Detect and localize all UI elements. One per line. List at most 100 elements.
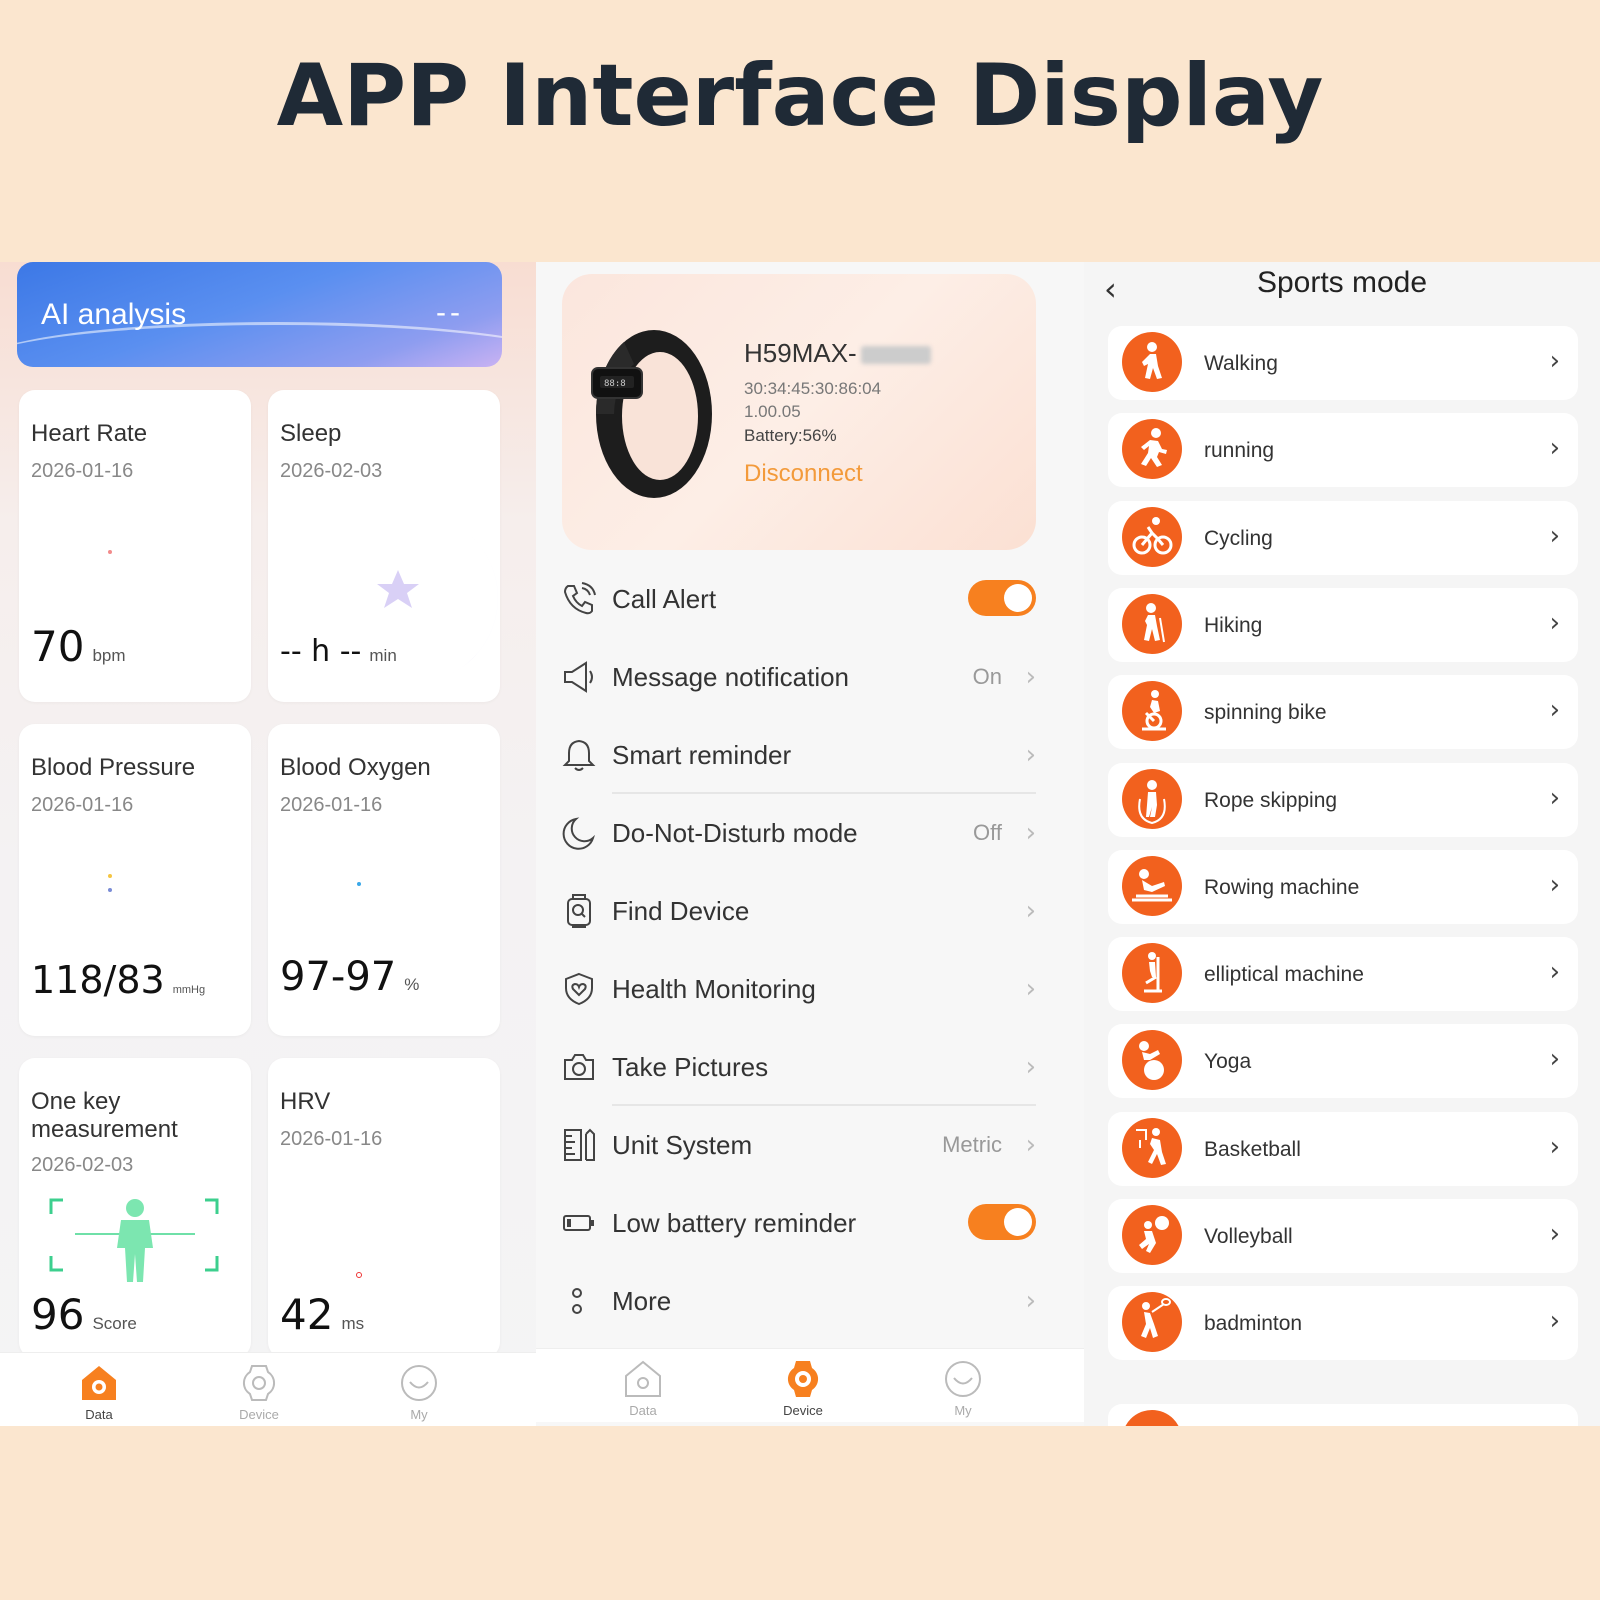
setting-find-device[interactable]: Find Device › [562, 880, 1036, 940]
sport-item-yoga[interactable]: Yoga › [1108, 1024, 1578, 1098]
blood-oxygen-card[interactable]: Blood Oxygen 2026-01-16 97-97% [268, 724, 500, 1036]
sport-label: Hiking [1204, 614, 1263, 637]
sport-item-elliptical-machine[interactable]: elliptical machine › [1108, 937, 1578, 1011]
body-scan-icon [49, 1198, 219, 1282]
home-icon [625, 1360, 661, 1397]
chevron-right-icon: › [1549, 433, 1560, 463]
blood-pressure-value: 118/83 [31, 958, 165, 1002]
sport-label: Basketball [1204, 1138, 1301, 1161]
blood-pressure-card[interactable]: Blood Pressure 2026-01-16 118/83 mmHg [19, 724, 251, 1036]
setting-health-monitoring[interactable]: Health Monitoring › [562, 958, 1036, 1018]
sport-label: running [1204, 439, 1275, 462]
sport-label: spinning bike [1204, 701, 1327, 724]
one-key-value: 96 [31, 1290, 85, 1339]
sport-item-running[interactable]: running › [1108, 413, 1578, 487]
sport-item-volleyball[interactable]: Volleyball › [1108, 1199, 1578, 1273]
sleep-card[interactable]: Sleep 2026-02-03 -- h -- min [268, 390, 500, 702]
sport-label: elliptical machine [1204, 963, 1364, 986]
sport-item-badminton[interactable]: badminton › [1108, 1286, 1578, 1360]
hrv-point [356, 1272, 362, 1278]
tab-label: My [410, 1407, 428, 1422]
setting-value: Off [973, 820, 1002, 845]
spinning-bike-icon [1122, 681, 1182, 741]
list-item-partial[interactable] [1108, 1404, 1578, 1426]
setting-label: Unit System [612, 1130, 753, 1160]
device-version: 1.00.05 [744, 402, 801, 421]
shield-heart-icon [565, 972, 593, 1006]
setting-value: Metric [942, 1132, 1002, 1157]
sport-item-spinning-bike[interactable]: spinning bike › [1108, 675, 1578, 749]
disconnect-button[interactable]: Disconnect [744, 460, 863, 488]
low-battery-toggle[interactable] [968, 1204, 1036, 1240]
tab-device[interactable]: Device [219, 1363, 299, 1422]
call-alert-toggle[interactable] [968, 580, 1036, 616]
chevron-right-icon: › [1025, 1130, 1036, 1160]
device-name: H59MAX- [744, 338, 931, 369]
tab-data[interactable]: Data [59, 1363, 139, 1422]
smile-icon [945, 1361, 981, 1397]
tab-device[interactable]: Device [763, 1359, 843, 1418]
sport-item-walking[interactable]: Walking › [1108, 326, 1578, 400]
metric-title: Blood Oxygen [280, 754, 431, 781]
heart-rate-value: 70 [31, 622, 85, 671]
elliptical-icon [1122, 943, 1182, 1003]
blood-oxygen-unit: % [404, 975, 420, 994]
setting-call-alert[interactable]: Call Alert [562, 568, 1036, 628]
badminton-icon [1122, 1292, 1182, 1352]
divider [612, 1104, 1036, 1106]
sport-item-hiking[interactable]: Hiking › [1108, 588, 1578, 662]
setting-label: Health Monitoring [612, 974, 816, 1004]
tab-label: Device [239, 1407, 279, 1422]
setting-low-battery-reminder[interactable]: Low battery reminder [562, 1192, 1036, 1252]
metric-date: 2026-01-16 [280, 794, 383, 816]
tab-label: My [954, 1403, 972, 1418]
chevron-right-icon: › [1025, 1286, 1036, 1316]
sport-label: Walking [1204, 352, 1278, 375]
tab-my[interactable]: My [923, 1359, 1003, 1418]
camera-icon [564, 1054, 594, 1080]
more-dots-icon [572, 1288, 582, 1314]
band-device-image: 88:8 [591, 330, 712, 498]
blood-pressure-unit: mmHg [172, 984, 206, 996]
setting-label: Do-Not-Disturb mode [612, 818, 858, 848]
banner: APP Interface Display [0, 0, 1600, 262]
ai-analysis-title: AI analysis [41, 298, 187, 331]
metric-value: -- h -- min [280, 622, 397, 671]
setting-unit-system[interactable]: Unit System Metric › [562, 1114, 1036, 1174]
setting-label: Low battery reminder [612, 1208, 857, 1238]
metric-value: 96 Score [31, 1290, 137, 1339]
basketball-icon [1122, 1118, 1182, 1178]
setting-label: Call Alert [612, 584, 717, 614]
bottom-tab-bar: Data Device My [536, 1348, 1084, 1422]
metric-title: HRV [280, 1088, 331, 1115]
setting-message-notification[interactable]: Message notification On › [562, 646, 1036, 706]
blood-oxygen-point [357, 882, 361, 886]
cycling-icon [1122, 507, 1182, 567]
setting-do-not-disturb[interactable]: Do-Not-Disturb mode Off › [562, 802, 1036, 862]
heart-rate-card[interactable]: Heart Rate 2026-01-16 70 bpm [19, 390, 251, 702]
chevron-right-icon: › [1025, 818, 1036, 848]
metric-date: 2026-01-16 [31, 460, 134, 482]
setting-value: On [972, 664, 1002, 689]
setting-smart-reminder[interactable]: Smart reminder › [562, 724, 1036, 784]
tab-data[interactable]: Data [603, 1359, 683, 1418]
home-icon [82, 1366, 116, 1400]
sleep-value: -- h -- [280, 634, 362, 669]
svg-text:88:8: 88:8 [604, 379, 626, 389]
setting-more[interactable]: More › [562, 1270, 1036, 1330]
sport-label: Rope skipping [1204, 789, 1338, 812]
hrv-card[interactable]: HRV 2026-01-16 42 ms [268, 1058, 500, 1358]
chevron-right-icon: › [1025, 974, 1036, 1004]
setting-take-pictures[interactable]: Take Pictures › [562, 1036, 1036, 1096]
sport-item-basketball[interactable]: Basketball › [1108, 1112, 1578, 1186]
sport-item-cycling[interactable]: Cycling › [1108, 501, 1578, 575]
sport-item-rowing-machine[interactable]: Rowing machine › [1108, 850, 1578, 924]
metric-value: 70 bpm [31, 622, 126, 671]
one-key-measurement-card[interactable]: One key measurement 2026-02-03 96 Score [19, 1058, 251, 1358]
sport-item-rope-skipping[interactable]: Rope skipping › [1108, 763, 1578, 837]
tab-my[interactable]: My [379, 1363, 459, 1422]
sleep-unit: min [369, 646, 397, 665]
chevron-right-icon: › [1549, 957, 1560, 987]
ai-analysis-card[interactable]: AI analysis -- [17, 262, 502, 367]
tab-label: Device [783, 1403, 823, 1418]
